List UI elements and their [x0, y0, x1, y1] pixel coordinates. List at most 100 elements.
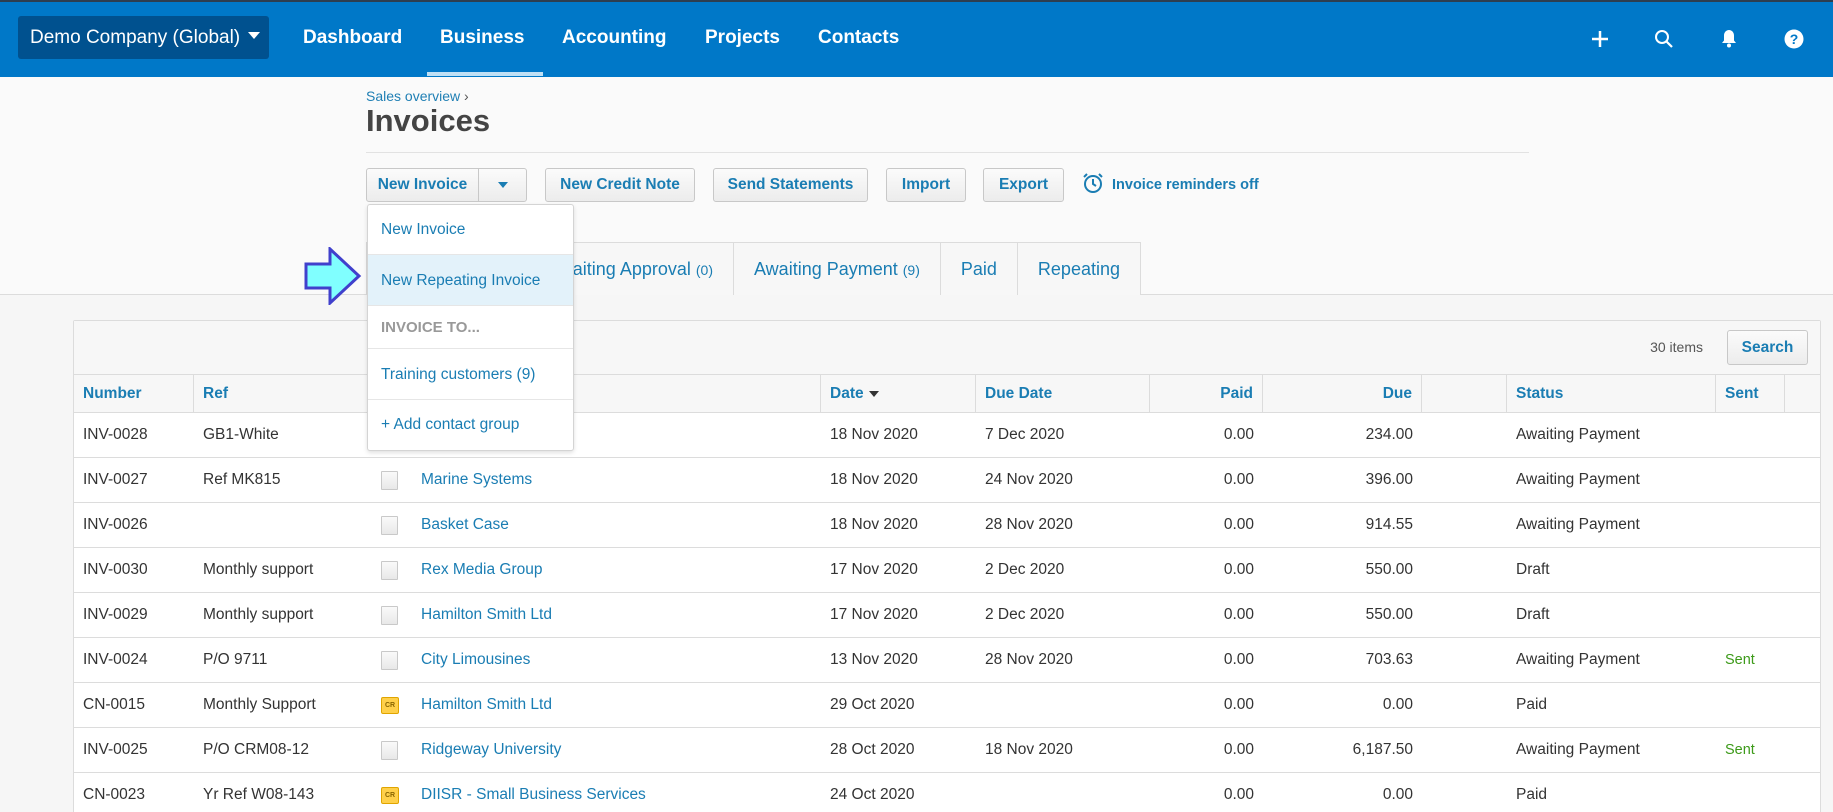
page-title: Invoices — [366, 103, 491, 138]
cell-to[interactable]: Hamilton Smith Ltd — [412, 683, 821, 727]
tab-awaiting-payment[interactable]: Awaiting Payment (9) — [734, 243, 941, 295]
active-nav-indicator — [427, 72, 543, 76]
cell-sent: Sent — [1725, 742, 1755, 758]
cell-to[interactable]: Rex Media Group — [412, 548, 821, 592]
cell-to[interactable]: DIISR - Small Business Services — [412, 773, 821, 812]
cell-date: 18 Nov 2020 — [830, 516, 918, 533]
nav-accounting[interactable]: Accounting — [562, 0, 667, 75]
cell-due-date — [976, 683, 1150, 727]
tab-label: Repeating — [1037, 259, 1120, 279]
cell-sent — [1716, 773, 1785, 812]
organisation-name: Demo Company (Global) — [30, 27, 241, 48]
send-statements-button[interactable]: Send Statements — [713, 168, 868, 202]
new-invoice-menu-toggle[interactable] — [478, 168, 527, 202]
cell-paid: 0.00 — [1223, 696, 1254, 713]
cell-sent: Sent — [1725, 652, 1755, 668]
cell-ref: P/O 9711 — [203, 651, 268, 668]
invoice-table: 30 items Search Number Ref Date Due Date… — [73, 320, 1821, 812]
search-icon[interactable] — [1649, 24, 1679, 54]
cell-number: CN-0023 — [83, 786, 146, 803]
items-count: 30 items — [1650, 339, 1703, 355]
column-due-date[interactable]: Due Date — [976, 375, 1150, 412]
cell-ref: GB1-White — [203, 426, 279, 443]
menu-item-add-contact-group[interactable]: + Add contact group — [368, 400, 573, 450]
table-row[interactable]: INV-0027 Ref MK815 Marine Systems 18 Nov 20… — [74, 458, 1820, 503]
cell-ref: Yr Ref W08-143 — [203, 786, 315, 803]
plus-icon[interactable] — [1585, 24, 1615, 54]
menu-header-invoice-to: INVOICE TO... — [368, 306, 573, 349]
table-row[interactable]: CR CN-0023 Yr Ref W08-143 DIISR - Small Bus… — [74, 773, 1820, 812]
cell-paid: 0.00 — [1223, 516, 1254, 533]
column-paid[interactable]: Paid — [1150, 375, 1263, 412]
column-date[interactable]: Date — [821, 375, 976, 412]
table-row[interactable]: INV-0024 P/O 9711 City Limousines 13 Nov 20… — [74, 638, 1820, 683]
export-button[interactable]: Export — [983, 168, 1064, 202]
cell-number: INV-0026 — [83, 516, 148, 533]
organisation-switcher[interactable]: Demo Company (Global) — [18, 16, 269, 59]
cell-due-date: 18 Nov 2020 — [985, 741, 1073, 758]
cell-number: INV-0027 — [83, 471, 148, 488]
new-invoice-button[interactable]: New Invoice — [366, 168, 479, 202]
cell-ref: Monthly support — [203, 606, 314, 623]
column-ref[interactable]: Ref — [194, 375, 368, 412]
cell-due: 703.63 — [1365, 651, 1413, 668]
cell-ref: P/O CRM08-12 — [203, 741, 309, 758]
column-sent[interactable]: Sent — [1716, 375, 1785, 412]
tab-repeating[interactable]: Repeating — [1018, 243, 1140, 295]
cell-date: 13 Nov 2020 — [830, 651, 918, 668]
tab-paid[interactable]: Paid — [941, 243, 1018, 295]
nav-business[interactable]: Business — [440, 0, 524, 75]
table-row[interactable]: CR CN-0015 Monthly Support Hamilton Smith L… — [74, 683, 1820, 728]
cell-number: CN-0015 — [83, 696, 146, 713]
tab-label: Awaiting Payment — [754, 259, 898, 279]
column-status[interactable]: Status — [1507, 375, 1716, 412]
table-row[interactable]: INV-0025 P/O CRM08-12 Ridgeway University 2… — [74, 728, 1820, 773]
menu-item-new-repeating-invoice[interactable]: New Repeating Invoice — [368, 255, 573, 306]
cell-number: INV-0028 — [83, 426, 148, 443]
cell-number: INV-0024 — [83, 651, 148, 668]
cell-ref: Monthly support — [203, 561, 314, 578]
import-button[interactable]: Import — [886, 168, 966, 202]
nav-contacts[interactable]: Contacts — [818, 0, 899, 75]
cell-to[interactable]: Basket Case — [412, 503, 821, 547]
table-row[interactable]: INV-0029 Monthly support Hamilton Smith Lt… — [74, 593, 1820, 638]
cell-to[interactable]: Hamilton Smith Ltd — [412, 593, 821, 637]
table-row[interactable]: INV-0030 Monthly support Rex Media Group 17… — [74, 548, 1820, 593]
alarm-clock-icon — [1082, 172, 1104, 198]
help-icon[interactable]: ? — [1779, 24, 1809, 54]
nav-dashboard[interactable]: Dashboard — [303, 0, 402, 75]
caret-down-icon — [497, 181, 508, 188]
cell-date: 29 Oct 2020 — [830, 696, 915, 713]
search-button[interactable]: Search — [1727, 330, 1808, 365]
cell-due-date: 24 Nov 2020 — [985, 471, 1073, 488]
nav-projects[interactable]: Projects — [705, 0, 780, 75]
breadcrumb-sales-overview[interactable]: Sales overview — [366, 88, 460, 104]
invoice-document-icon — [381, 516, 398, 535]
cell-paid: 0.00 — [1223, 561, 1254, 578]
new-credit-note-button[interactable]: New Credit Note — [545, 168, 695, 202]
cell-to[interactable]: City Limousines — [412, 638, 821, 682]
table-row[interactable]: INV-0026 Basket Case 18 Nov 2020 28 Nov 202… — [74, 503, 1820, 548]
menu-item-training-customers[interactable]: Training customers (9) — [368, 349, 573, 400]
cell-due-date — [976, 773, 1150, 812]
invoice-reminders-link[interactable]: Invoice reminders off — [1082, 172, 1259, 198]
new-invoice-dropdown-menu: New Invoice New Repeating Invoice INVOIC… — [367, 204, 574, 451]
column-due[interactable]: Due — [1263, 375, 1422, 412]
table-row[interactable]: INV-0028 GB1-White 18 Nov 2020 7 Dec 2020 0.… — [74, 413, 1820, 458]
cell-due: 550.00 — [1365, 606, 1413, 623]
cell-due: 550.00 — [1365, 561, 1413, 578]
cell-to[interactable]: Ridgeway University — [412, 728, 821, 772]
invoice-document-icon — [381, 471, 398, 490]
menu-item-new-invoice[interactable]: New Invoice — [368, 205, 573, 255]
cell-status: Awaiting Payment — [1516, 426, 1640, 443]
breadcrumb[interactable]: Sales overview › — [366, 88, 469, 104]
svg-text:?: ? — [1790, 31, 1799, 47]
tab-label: Paid — [960, 259, 997, 279]
bell-icon[interactable] — [1714, 24, 1744, 54]
cell-paid: 0.00 — [1223, 471, 1254, 488]
column-number[interactable]: Number — [74, 375, 194, 412]
invoice-document-icon — [381, 651, 398, 670]
cell-to[interactable]: Marine Systems — [412, 458, 821, 502]
cell-status: Draft — [1516, 561, 1550, 578]
cell-number: INV-0025 — [83, 741, 148, 758]
